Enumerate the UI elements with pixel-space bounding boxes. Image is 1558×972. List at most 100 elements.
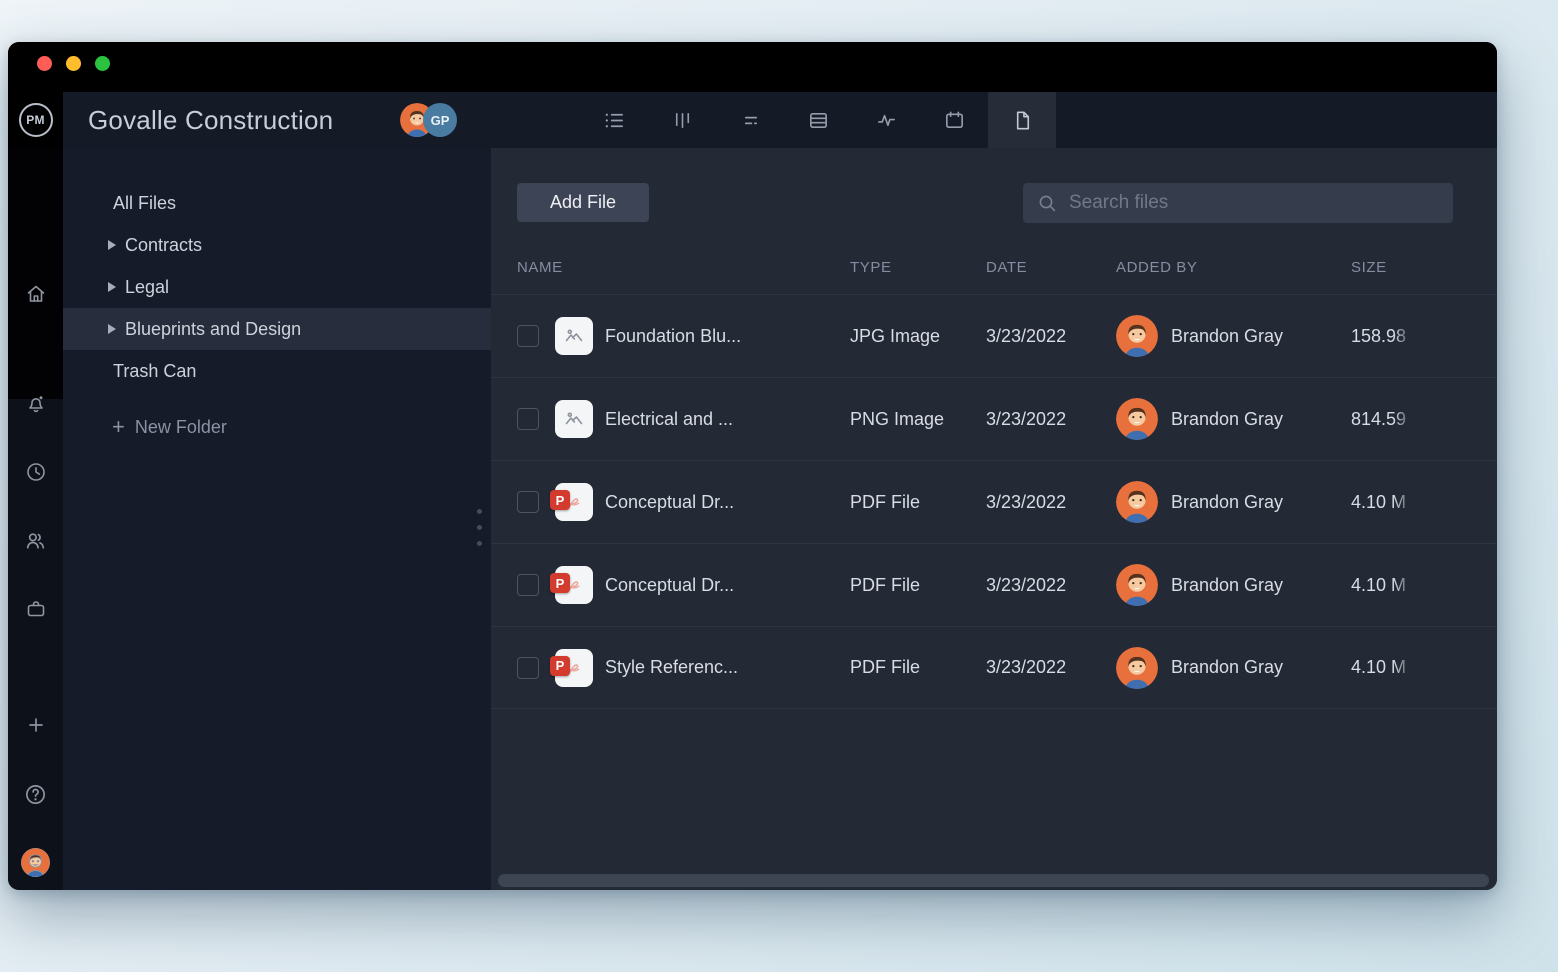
added-by-name: Brandon Gray bbox=[1171, 326, 1283, 347]
search-input[interactable] bbox=[1069, 192, 1441, 214]
sidebar-item-trash-can[interactable]: Trash Can bbox=[63, 350, 491, 392]
column-header-name[interactable]: NAME bbox=[517, 259, 850, 276]
sidebar-item-label: Legal bbox=[125, 277, 169, 298]
user-avatar bbox=[1116, 398, 1158, 440]
added-by: Brandon Gray bbox=[1116, 398, 1351, 440]
app-logo[interactable]: PM bbox=[8, 92, 63, 148]
added-by: Brandon Gray bbox=[1116, 481, 1351, 523]
tab-table-view[interactable] bbox=[784, 92, 852, 148]
tab-list-view[interactable] bbox=[580, 92, 648, 148]
rail-item-portfolio[interactable] bbox=[8, 594, 63, 624]
table-row[interactable]: Foundation Blu...JPG Image3/23/2022 Brand… bbox=[491, 294, 1497, 377]
sidebar-resize-handle[interactable] bbox=[477, 509, 482, 546]
pdf-badge: P bbox=[550, 490, 570, 510]
sidebar-item-contracts[interactable]: Contracts bbox=[63, 224, 491, 266]
help-icon bbox=[23, 782, 48, 807]
row-checkbox[interactable] bbox=[517, 491, 539, 513]
board-columns-icon bbox=[671, 109, 694, 132]
home-icon bbox=[24, 282, 48, 306]
file-type: PDF File bbox=[850, 492, 986, 513]
row-checkbox[interactable] bbox=[517, 657, 539, 679]
rail-item-recent[interactable] bbox=[8, 457, 63, 487]
plus-icon bbox=[25, 714, 47, 736]
rail-item-team[interactable] bbox=[8, 525, 63, 555]
file-size: 4.10 M bbox=[1351, 492, 1419, 513]
left-rail bbox=[8, 148, 63, 890]
rail-item-add[interactable] bbox=[8, 710, 63, 740]
folder-tree: All FilesContracts Legal Blueprints and De… bbox=[63, 148, 491, 890]
pdf-file-icon: P bbox=[555, 649, 593, 687]
expand-arrow-icon[interactable] bbox=[108, 324, 116, 334]
pdf-badge: P bbox=[550, 656, 570, 676]
image-file-icon bbox=[555, 400, 593, 438]
expand-arrow-icon[interactable] bbox=[108, 240, 116, 250]
file-date: 3/23/2022 bbox=[986, 326, 1116, 347]
files-panel: Add File NAME TYPE DATE ADDED BY SIZE Fo… bbox=[491, 148, 1497, 890]
horizontal-scrollbar[interactable] bbox=[498, 874, 1489, 887]
column-header-size[interactable]: SIZE bbox=[1351, 259, 1441, 276]
table-icon bbox=[807, 109, 830, 132]
row-checkbox[interactable] bbox=[517, 408, 539, 430]
file-size: 814.59 bbox=[1351, 409, 1419, 430]
new-folder-button[interactable]: +New Folder bbox=[63, 406, 491, 448]
sidebar-item-blueprints-and-design[interactable]: Blueprints and Design bbox=[63, 308, 491, 350]
profile-avatar bbox=[21, 848, 50, 877]
minimize-button[interactable] bbox=[66, 56, 81, 71]
file-name[interactable]: Conceptual Dr... bbox=[605, 575, 850, 596]
table-row[interactable]: Electrical and ...PNG Image3/23/2022Bran… bbox=[491, 377, 1497, 460]
tab-files-view[interactable] bbox=[988, 92, 1056, 148]
pdf-file-icon: P bbox=[555, 483, 593, 521]
column-header-date[interactable]: DATE bbox=[986, 259, 1116, 276]
file-name[interactable]: Style Referenc... bbox=[605, 657, 850, 678]
plus-icon: + bbox=[112, 416, 125, 438]
pm-logo-icon: PM bbox=[19, 103, 53, 137]
tab-calendar-view[interactable] bbox=[920, 92, 988, 148]
add-file-button[interactable]: Add File bbox=[517, 183, 649, 222]
added-by: Brandon Gray bbox=[1116, 564, 1351, 606]
close-button[interactable] bbox=[37, 56, 52, 71]
activity-icon bbox=[875, 109, 898, 132]
file-name[interactable]: Electrical and ... bbox=[605, 409, 850, 430]
titlebar bbox=[8, 42, 1497, 92]
tab-board-view[interactable] bbox=[648, 92, 716, 148]
file-name[interactable]: Foundation Blu... bbox=[605, 326, 850, 347]
zoom-button[interactable] bbox=[95, 56, 110, 71]
user-avatar bbox=[1116, 315, 1158, 357]
table-row[interactable]: PConceptual Dr...PDF File3/23/2022Brando… bbox=[491, 543, 1497, 626]
team-icon bbox=[23, 528, 48, 553]
file-name[interactable]: Conceptual Dr... bbox=[605, 492, 850, 513]
rail-item-profile[interactable] bbox=[8, 847, 63, 877]
rail-item-help[interactable] bbox=[8, 779, 63, 809]
briefcase-icon bbox=[24, 597, 48, 621]
tab-activity-view[interactable] bbox=[852, 92, 920, 148]
project-title: Govalle Construction bbox=[88, 92, 333, 148]
row-checkbox[interactable] bbox=[517, 325, 539, 347]
window-controls bbox=[37, 56, 110, 71]
image-file-icon bbox=[555, 317, 593, 355]
file-type: JPG Image bbox=[850, 326, 986, 347]
list-icon bbox=[603, 109, 626, 132]
added-by: Brandon Gray bbox=[1116, 315, 1351, 357]
table-row[interactable]: PConceptual Dr...PDF File3/23/2022Brando… bbox=[491, 460, 1497, 543]
column-header-added-by[interactable]: ADDED BY bbox=[1116, 259, 1351, 276]
member-avatars[interactable]: GP bbox=[400, 103, 457, 137]
column-header-type[interactable]: TYPE bbox=[850, 259, 986, 276]
tab-gantt-view[interactable] bbox=[716, 92, 784, 148]
expand-arrow-icon[interactable] bbox=[108, 282, 116, 292]
table-row[interactable]: PStyle Referenc...PDF File3/23/2022Brand… bbox=[491, 626, 1497, 709]
sidebar-item-legal[interactable]: Legal bbox=[63, 266, 491, 308]
row-checkbox[interactable] bbox=[517, 574, 539, 596]
file-date: 3/23/2022 bbox=[986, 575, 1116, 596]
rail-item-notifications[interactable] bbox=[8, 388, 63, 418]
file-size: 4.10 M bbox=[1351, 657, 1419, 678]
file-size: 158.98 bbox=[1351, 326, 1419, 347]
sidebar-item-label: Blueprints and Design bbox=[125, 319, 301, 340]
app-header: PM Govalle Construction GP bbox=[8, 92, 1497, 148]
search-icon bbox=[1035, 191, 1059, 215]
rail-item-home[interactable] bbox=[8, 279, 63, 309]
user-avatar bbox=[1116, 481, 1158, 523]
sidebar-item-all-files[interactable]: All Files bbox=[63, 182, 491, 224]
file-icon bbox=[1011, 109, 1034, 132]
file-type: PNG Image bbox=[850, 409, 986, 430]
member-initials-badge[interactable]: GP bbox=[423, 103, 457, 137]
